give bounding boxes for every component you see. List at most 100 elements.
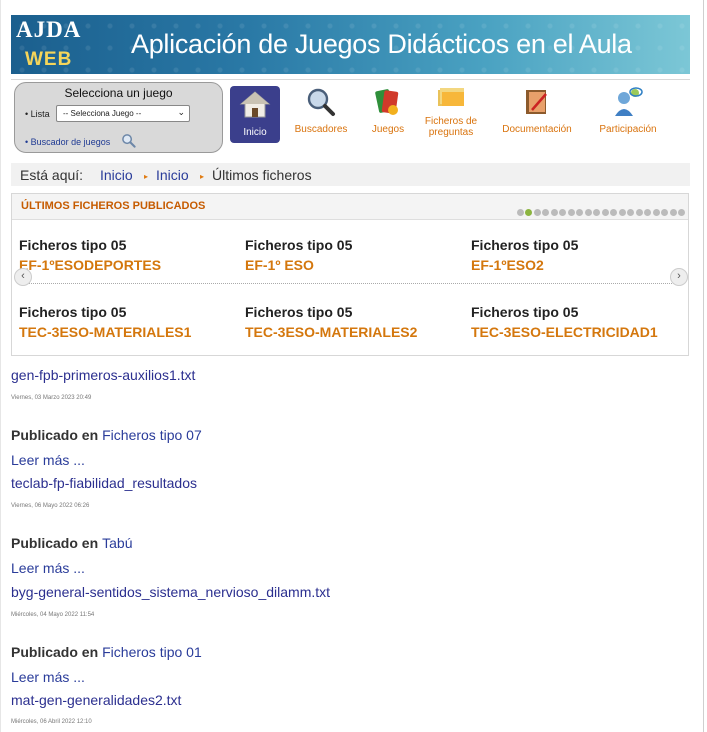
file-card[interactable]: Ficheros tipo 05 TEC-3ESO-ELECTRICIDAD1 bbox=[471, 304, 691, 340]
entry-category[interactable]: Tabú bbox=[102, 535, 132, 551]
carousel-dot[interactable] bbox=[567, 209, 575, 216]
carousel-dot[interactable] bbox=[661, 209, 668, 216]
game-select-value: -- Selecciona Juego -- bbox=[63, 109, 142, 118]
carousel-dot[interactable] bbox=[618, 209, 626, 216]
entry-date: Viernes, 03 Marzo 2023 20:49 bbox=[11, 395, 92, 401]
game-selector-box: Selecciona un juego • Lista -- Seleccion… bbox=[14, 82, 223, 153]
file-card[interactable]: Ficheros tipo 05 EF-1º ESO bbox=[245, 237, 465, 273]
published-label: Publicado en bbox=[11, 427, 99, 443]
card-type: Ficheros tipo 05 bbox=[471, 237, 579, 253]
carousel-dots[interactable] bbox=[515, 203, 685, 221]
entry-title[interactable]: teclab-fp-fiabilidad_resultados bbox=[11, 475, 197, 491]
latest-files-box: ÚLTIMOS FICHEROS PUBLICADOS Ficheros tip… bbox=[11, 193, 689, 356]
read-more-link[interactable]: Leer más ... bbox=[11, 452, 85, 468]
chevron-right-icon: › bbox=[677, 270, 681, 282]
card-name[interactable]: EF-1º ESO bbox=[245, 257, 465, 273]
carousel-dot[interactable] bbox=[559, 209, 566, 216]
carousel-prev-button[interactable]: ‹ bbox=[14, 268, 32, 286]
carousel-dot[interactable] bbox=[516, 209, 524, 216]
entry-published-in: Publicado en Tabú bbox=[11, 535, 132, 551]
carousel-dot[interactable] bbox=[678, 209, 685, 216]
breadcrumb-inicio-2[interactable]: Inicio bbox=[156, 167, 189, 183]
nav-label: Buscadores bbox=[294, 124, 348, 135]
breadcrumb-current: Últimos ficheros bbox=[212, 167, 312, 183]
entry-category[interactable]: Ficheros tipo 01 bbox=[102, 644, 202, 660]
carousel-next-button[interactable]: › bbox=[670, 268, 688, 286]
nav-participacion[interactable]: Participación bbox=[593, 86, 663, 135]
read-more-link[interactable]: Leer más ... bbox=[11, 560, 85, 576]
card-type: Ficheros tipo 05 bbox=[19, 304, 127, 320]
entry-published-in: Publicado en Ficheros tipo 01 bbox=[11, 644, 202, 660]
entry-date: Miércoles, 04 Mayo 2022 11:54 bbox=[11, 612, 95, 618]
carousel-dot[interactable] bbox=[550, 209, 558, 216]
card-type: Ficheros tipo 05 bbox=[245, 237, 353, 253]
logo-web: WEB bbox=[25, 49, 73, 70]
file-card[interactable]: Ficheros tipo 05 TEC-3ESO-MATERIALES2 bbox=[245, 304, 465, 340]
entry-date: Viernes, 06 Mayo 2022 06:26 bbox=[11, 503, 90, 509]
entry-published-in: Publicado en Ficheros tipo 07 bbox=[11, 427, 202, 443]
entry-title[interactable]: byg-general-sentidos_sistema_nervioso_di… bbox=[11, 584, 330, 600]
nav-documentacion[interactable]: Documentación bbox=[496, 86, 578, 135]
game-icon bbox=[375, 89, 399, 115]
entry-title[interactable]: gen-fpb-primeros-auxilios1.txt bbox=[11, 367, 195, 383]
carousel-dot[interactable] bbox=[576, 209, 583, 216]
cards-divider bbox=[20, 283, 682, 284]
breadcrumb-prefix: Está aquí: bbox=[20, 167, 84, 183]
carousel-dot[interactable] bbox=[542, 209, 549, 216]
entry-date: Miércoles, 06 Abril 2022 12:10 bbox=[11, 719, 92, 725]
read-more-link[interactable]: Leer más ... bbox=[11, 669, 85, 685]
game-select[interactable]: -- Selecciona Juego -- ⌄ bbox=[56, 105, 190, 122]
documents-icon bbox=[526, 90, 547, 114]
people-icon bbox=[615, 87, 643, 116]
latest-files-title: ÚLTIMOS FICHEROS PUBLICADOS bbox=[21, 200, 206, 212]
published-label: Publicado en bbox=[11, 535, 99, 551]
chevron-left-icon: ‹ bbox=[21, 270, 25, 282]
banner-divider bbox=[11, 79, 690, 80]
card-name[interactable]: TEC-3ESO-ELECTRICIDAD1 bbox=[471, 324, 691, 340]
carousel-dot[interactable] bbox=[644, 209, 651, 216]
breadcrumb-inicio[interactable]: Inicio bbox=[100, 167, 133, 183]
card-type: Ficheros tipo 05 bbox=[19, 237, 127, 253]
site-banner[interactable]: AJDA WEB Aplicación de Juegos Didácticos… bbox=[11, 15, 690, 74]
magnifier-icon[interactable] bbox=[121, 133, 136, 148]
nav-label: Participación bbox=[599, 124, 657, 135]
card-name[interactable]: EF-1ºESO2 bbox=[471, 257, 691, 273]
carousel-dot[interactable] bbox=[584, 209, 592, 216]
house-icon bbox=[239, 91, 271, 118]
card-name[interactable]: TEC-3ESO-MATERIALES1 bbox=[19, 324, 239, 340]
carousel-dot[interactable] bbox=[610, 209, 617, 216]
nav-label: Ficheros de preguntas bbox=[424, 116, 478, 138]
breadcrumb-arrow-icon: ▸ bbox=[144, 172, 149, 181]
carousel-dot[interactable] bbox=[652, 209, 660, 216]
banner-title: Aplicación de Juegos Didácticos en el Au… bbox=[131, 29, 632, 59]
carousel-dot[interactable] bbox=[593, 209, 600, 216]
logo-ajda: AJDA bbox=[16, 17, 82, 42]
card-name[interactable]: TEC-3ESO-MATERIALES2 bbox=[245, 324, 465, 340]
entry-category[interactable]: Ficheros tipo 07 bbox=[102, 427, 202, 443]
card-type: Ficheros tipo 05 bbox=[471, 304, 579, 320]
carousel-dot[interactable] bbox=[525, 209, 532, 216]
card-type: Ficheros tipo 05 bbox=[245, 304, 353, 320]
nav-label: Juegos bbox=[371, 124, 405, 135]
folders-icon bbox=[438, 88, 464, 106]
breadcrumb-arrow-icon: ▸ bbox=[200, 172, 205, 181]
carousel-dot[interactable] bbox=[669, 209, 677, 216]
file-card[interactable]: Ficheros tipo 05 EF-1ºESO2 bbox=[471, 237, 691, 273]
entry-title[interactable]: mat-gen-generalidades2.txt bbox=[11, 692, 181, 708]
nav-inicio[interactable]: Inicio bbox=[230, 86, 280, 143]
carousel-dot[interactable] bbox=[627, 209, 634, 216]
nav-ficheros[interactable]: Ficheros de preguntas bbox=[419, 86, 483, 138]
chevron-down-icon: ⌄ bbox=[177, 107, 185, 117]
nav-juegos[interactable]: Juegos bbox=[366, 86, 410, 135]
file-card[interactable]: Ficheros tipo 05 EF-1ºESODEPORTES bbox=[19, 237, 239, 273]
lista-label: • Lista bbox=[25, 109, 50, 119]
carousel-dot[interactable] bbox=[533, 209, 541, 216]
selector-title: Selecciona un juego bbox=[64, 86, 173, 100]
carousel-dot[interactable] bbox=[635, 209, 643, 216]
card-name[interactable]: EF-1ºESODEPORTES bbox=[19, 257, 239, 273]
carousel-dot[interactable] bbox=[601, 209, 609, 216]
nav-buscadores[interactable]: Buscadores bbox=[289, 86, 353, 135]
file-card[interactable]: Ficheros tipo 05 TEC-3ESO-MATERIALES1 bbox=[19, 304, 239, 340]
breadcrumb: Está aquí: Inicio ▸ Inicio ▸ Últimos fic… bbox=[11, 163, 690, 186]
game-search-link[interactable]: • Buscador de juegos bbox=[25, 137, 110, 147]
